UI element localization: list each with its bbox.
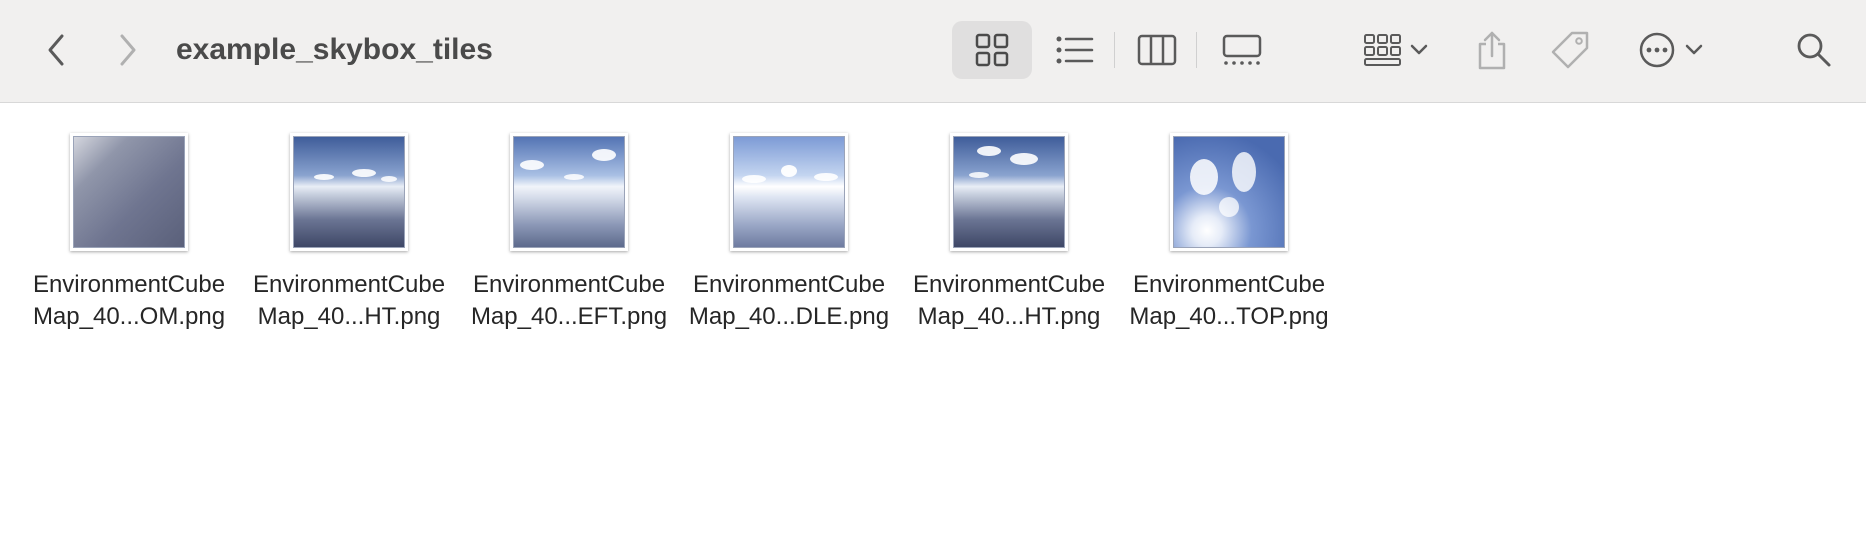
group-by-icon — [1364, 34, 1401, 66]
gallery-view-button[interactable] — [1214, 21, 1270, 79]
columns-icon — [1137, 34, 1177, 66]
separator — [1114, 32, 1115, 68]
list-icon — [1056, 36, 1094, 64]
tag-icon — [1551, 31, 1589, 69]
search-icon — [1797, 33, 1831, 67]
toolbar: example_skybox_tiles — [0, 0, 1866, 103]
back-button[interactable] — [36, 28, 76, 72]
file-thumbnail — [510, 133, 628, 251]
more-actions-button[interactable] — [1632, 28, 1710, 72]
file-thumbnail — [70, 133, 188, 251]
file-thumbnail — [730, 133, 848, 251]
chevron-right-icon — [120, 34, 136, 66]
file-item[interactable]: EnvironmentCube Map_40...EFT.png — [464, 133, 674, 333]
file-name: EnvironmentCube Map_40...HT.png — [912, 271, 1106, 330]
file-grid: EnvironmentCube Map_40...OM.png Environme… — [0, 103, 1866, 534]
group-by-button[interactable] — [1358, 28, 1434, 72]
icon-view-button[interactable] — [952, 21, 1032, 79]
icon-grid-icon — [975, 33, 1009, 67]
file-name: EnvironmentCube Map_40...EFT.png — [470, 271, 668, 330]
chevron-down-icon — [1685, 44, 1703, 55]
forward-button[interactable] — [108, 28, 148, 72]
window-title: example_skybox_tiles — [176, 33, 493, 66]
search-button[interactable] — [1792, 28, 1836, 72]
chevron-down-icon — [1410, 44, 1428, 55]
file-thumbnail — [950, 133, 1068, 251]
file-item[interactable]: EnvironmentCube Map_40...OM.png — [24, 133, 234, 333]
gallery-icon — [1222, 34, 1262, 65]
share-icon — [1478, 31, 1506, 70]
file-name: EnvironmentCube Map_40...OM.png — [32, 271, 226, 330]
ellipsis-circle-icon — [1639, 32, 1675, 68]
tag-button[interactable] — [1548, 28, 1592, 72]
share-button[interactable] — [1472, 28, 1512, 72]
list-view-button[interactable] — [1050, 21, 1100, 79]
chevron-left-icon — [48, 34, 64, 66]
separator — [1196, 32, 1197, 68]
file-item[interactable]: EnvironmentCube Map_40...HT.png — [244, 133, 454, 333]
column-view-button[interactable] — [1132, 21, 1182, 79]
file-item[interactable]: EnvironmentCube Map_40...TOP.png — [1124, 133, 1334, 333]
file-name: EnvironmentCube Map_40...HT.png — [252, 271, 446, 330]
file-thumbnail — [290, 133, 408, 251]
file-item[interactable]: EnvironmentCube Map_40...DLE.png — [684, 133, 894, 333]
file-thumbnail — [1170, 133, 1288, 251]
file-item[interactable]: EnvironmentCube Map_40...HT.png — [904, 133, 1114, 333]
file-name: EnvironmentCube Map_40...TOP.png — [1129, 271, 1329, 330]
file-name: EnvironmentCube Map_40...DLE.png — [688, 271, 890, 330]
